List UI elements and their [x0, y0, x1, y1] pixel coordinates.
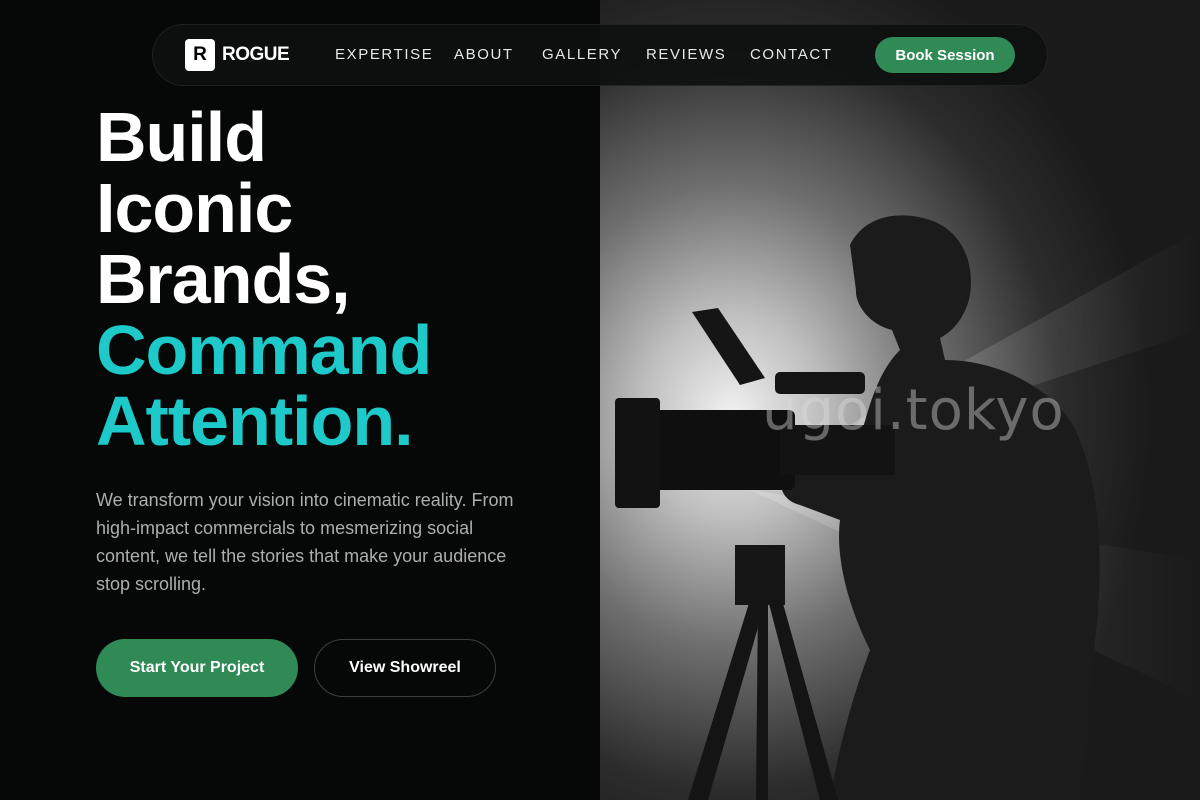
view-showreel-button[interactable]: View Showreel	[314, 639, 496, 697]
headline-accent-line-2: Attention.	[96, 382, 414, 460]
brand-name: ROGUE	[222, 44, 290, 65]
nav-link-reviews[interactable]: REVIEWS	[646, 46, 726, 63]
image-watermark: ugoi.tokyo	[762, 378, 1065, 443]
headline-accent-line-1: Command	[96, 311, 432, 389]
nav-link-contact[interactable]: CONTACT	[750, 46, 833, 63]
book-session-button[interactable]: Book Session	[875, 37, 1015, 73]
hero-intro-text: We transform your vision into cinematic …	[96, 490, 514, 594]
nav-link-gallery[interactable]: GALLERY	[542, 46, 622, 63]
headline-line-3: Brands,	[96, 240, 351, 318]
nav-link-expertise[interactable]: EXPERTISE	[335, 46, 433, 63]
brand-logo[interactable]: R ROGUE	[185, 39, 290, 71]
headline-line-1: Build	[96, 98, 267, 176]
hero-headline: Build Iconic Brands, Command Attention.	[96, 98, 432, 460]
headline-line-2: Iconic	[96, 169, 293, 247]
top-navigation: R ROGUE EXPERTISE ABOUT GALLERY REVIEWS …	[152, 24, 1048, 86]
nav-link-about[interactable]: ABOUT	[454, 46, 514, 63]
logo-mark-icon: R	[185, 39, 215, 71]
start-project-button[interactable]: Start Your Project	[96, 639, 298, 697]
